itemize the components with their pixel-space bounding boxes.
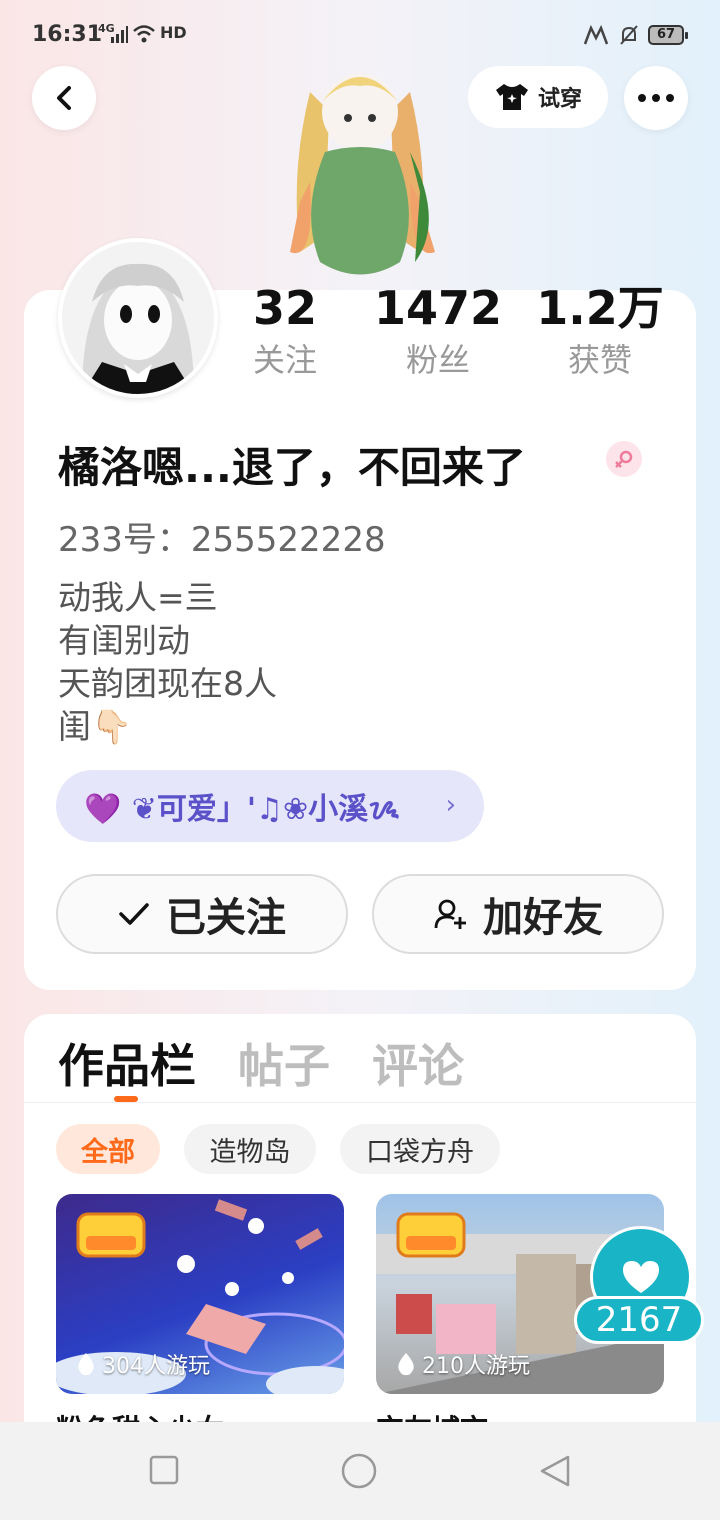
play-count-label: 304人游玩 bbox=[102, 1354, 210, 1379]
filter-all[interactable]: 全部 bbox=[56, 1124, 160, 1174]
home-circle-icon[interactable] bbox=[340, 1452, 378, 1490]
fans-label: 粉丝 bbox=[405, 341, 470, 379]
avatar[interactable] bbox=[58, 238, 218, 398]
tab-works[interactable]: 作品栏 bbox=[58, 1030, 196, 1096]
bio-line: 天韵团现在8人 bbox=[58, 664, 277, 703]
stat-following[interactable]: 32 关注 bbox=[230, 280, 340, 382]
status-time: 16:31 bbox=[32, 22, 103, 47]
filter-creation-island[interactable]: 造物岛 bbox=[184, 1124, 316, 1174]
signal-icon bbox=[111, 26, 128, 43]
back-triangle-icon[interactable] bbox=[538, 1454, 572, 1488]
stat-fans[interactable]: 1472 粉丝 bbox=[368, 280, 508, 382]
tab-posts[interactable]: 帖子 bbox=[238, 1030, 330, 1096]
add-friend-label: 加好友 bbox=[483, 895, 603, 941]
guild-name: 💜 ❦可爱」'♫❀小溪ᝰ bbox=[84, 792, 400, 827]
heart-icon bbox=[623, 1261, 659, 1293]
play-count: 304人游玩 bbox=[76, 1348, 210, 1380]
creation-island-logo bbox=[396, 1212, 466, 1258]
profile-bio: 动我人=亖 有闺别动 天韵团现在8人 闺👇🏻 bbox=[58, 576, 277, 748]
recents-square-icon[interactable] bbox=[148, 1454, 180, 1486]
stats-row: 32 关注 1472 粉丝 1.2万 获赞 bbox=[230, 280, 690, 390]
avatar-image bbox=[62, 242, 214, 394]
add-user-icon bbox=[434, 899, 466, 929]
like-count: 2167 bbox=[574, 1296, 704, 1344]
back-button[interactable] bbox=[32, 66, 96, 130]
guild-badge-button[interactable]: 💜 ❦可爱」'♫❀小溪ᝰ › bbox=[56, 770, 484, 842]
try-on-button[interactable]: 试穿 bbox=[468, 66, 608, 128]
followed-label: 已关注 bbox=[166, 895, 286, 941]
wifi-icon bbox=[133, 25, 155, 43]
check-icon bbox=[119, 903, 149, 925]
following-label: 关注 bbox=[252, 341, 317, 379]
profile-name: 橘洛嗯...退了，不回来了 bbox=[58, 443, 526, 492]
shirt-icon bbox=[495, 84, 528, 110]
followed-button[interactable]: 已关注 bbox=[56, 874, 348, 954]
likes-label: 获赞 bbox=[567, 341, 632, 379]
try-on-label: 试穿 bbox=[537, 87, 582, 112]
stat-likes[interactable]: 1.2万 获赞 bbox=[530, 280, 670, 382]
system-nav-bar bbox=[0, 1422, 720, 1520]
add-friend-button[interactable]: 加好友 bbox=[372, 874, 664, 954]
female-gender-icon bbox=[606, 441, 642, 477]
more-dots-icon bbox=[638, 94, 674, 102]
divider bbox=[24, 1102, 696, 1103]
likes-count: 1.2万 bbox=[536, 281, 664, 335]
bio-line: 闺👇🏻 bbox=[58, 707, 133, 746]
like-fab[interactable]: 2167 bbox=[574, 1226, 704, 1346]
play-count: 210人游玩 bbox=[396, 1348, 530, 1380]
chevron-right-icon: › bbox=[445, 790, 456, 820]
bio-line: 有闺别动 bbox=[58, 621, 190, 660]
more-options-button[interactable] bbox=[624, 66, 688, 130]
hd-indicator: HD bbox=[160, 23, 187, 42]
bio-line: 动我人=亖 bbox=[58, 578, 218, 617]
app-notification-icon bbox=[583, 24, 609, 45]
battery-indicator: 67 bbox=[648, 25, 688, 45]
flame-icon bbox=[398, 1353, 414, 1376]
following-count: 32 bbox=[252, 281, 317, 335]
play-count-label: 210人游玩 bbox=[422, 1354, 530, 1379]
creation-island-logo bbox=[76, 1212, 146, 1258]
filter-pocket-ark[interactable]: 口袋方舟 bbox=[340, 1124, 500, 1174]
mute-bell-icon bbox=[620, 25, 638, 45]
chevron-left-icon bbox=[57, 86, 71, 110]
game-card[interactable]: 304人游玩 bbox=[56, 1194, 344, 1394]
avatar-character-image bbox=[290, 74, 435, 275]
fans-count: 1472 bbox=[373, 281, 503, 335]
tab-comments[interactable]: 评论 bbox=[372, 1030, 464, 1096]
user-id: 233号：255522228 bbox=[58, 520, 386, 560]
flame-icon bbox=[78, 1353, 94, 1376]
